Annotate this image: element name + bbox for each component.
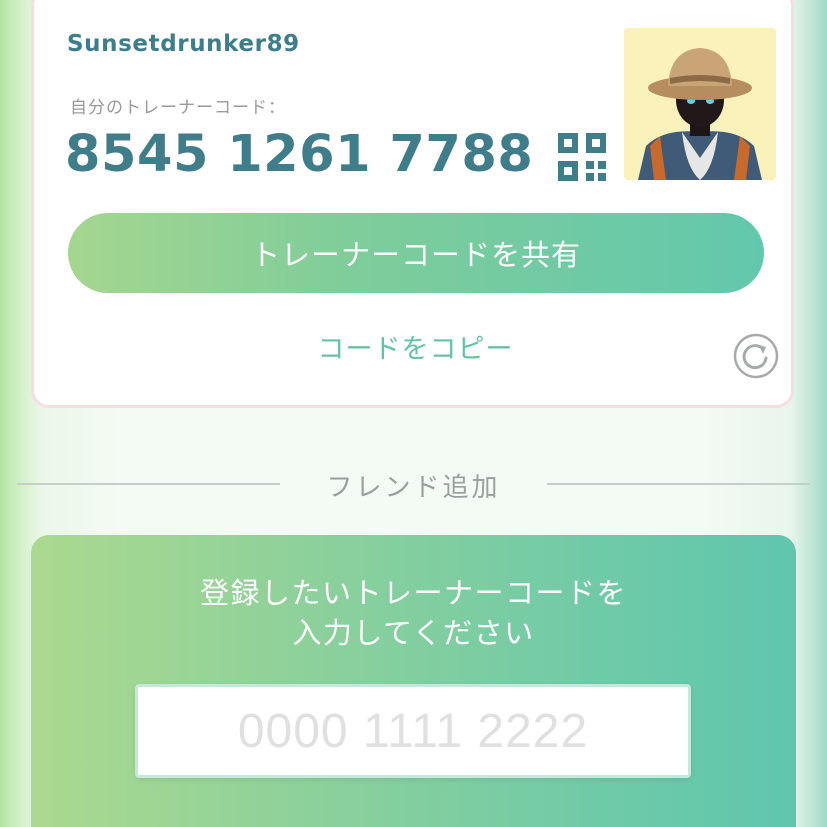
trainer-code-input[interactable]: [135, 684, 691, 778]
trainer-code-value: 8545 1261 7788: [65, 125, 534, 184]
instruction-line-2: 入力してください: [292, 616, 535, 650]
section-divider-left: [17, 483, 280, 485]
refresh-icon[interactable]: [733, 333, 779, 379]
copy-code-button[interactable]: コードをコピー: [34, 327, 797, 366]
share-trainer-code-button[interactable]: トレーナーコードを共有: [68, 213, 764, 293]
add-friend-section-title: フレンド追加: [326, 473, 501, 503]
add-friend-card: 登録したいトレーナーコードを 入力してください: [31, 535, 796, 827]
qr-code-icon[interactable]: [558, 133, 606, 181]
trainer-code-card: Sunsetdrunker89 自分のトレーナーコード： 8545 1261 7…: [31, 0, 794, 408]
instruction-line-1: 登録したいトレーナーコードを: [199, 576, 627, 610]
trainer-avatar[interactable]: [624, 28, 776, 180]
trainer-code-label: 自分のトレーナーコード：: [70, 98, 286, 118]
username: Sunsetdrunker89: [67, 31, 300, 57]
section-divider-right: [547, 483, 810, 485]
add-friend-instruction: 登録したいトレーナーコードを 入力してください: [31, 573, 796, 653]
